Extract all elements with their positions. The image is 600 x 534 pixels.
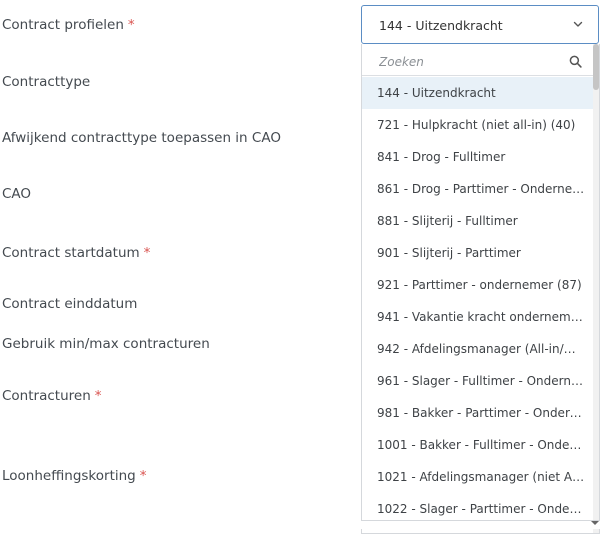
dropdown-option[interactable]: 1021 - Afdelingsmanager (niet All-in) — [362, 461, 593, 493]
required-marker: * — [139, 468, 147, 484]
selected-value: 144 - Uitzendkracht — [379, 18, 503, 33]
dropdown-scrollbar[interactable] — [593, 44, 599, 533]
dropdown-option[interactable]: 961 - Slager - Fulltimer - Ondernemer — [362, 365, 593, 397]
search-input[interactable] — [377, 50, 561, 74]
dropdown-option[interactable]: 901 - Slijterij - Parttimer — [362, 237, 593, 269]
chevron-down-icon — [573, 21, 583, 27]
dropdown-option[interactable]: 921 - Parttimer - ondernemer (87) — [362, 269, 593, 301]
scroll-down-arrow-icon[interactable] — [590, 518, 600, 528]
label-contract-profielen: Contract profielen * — [2, 17, 135, 33]
search-icon[interactable] — [569, 55, 582, 68]
dropdown-option[interactable]: 942 - Afdelingsmanager (All-in/weliswaar… — [362, 333, 593, 365]
label-afwijkend-contracttype: Afwijkend contracttype toepassen in CAO — [2, 130, 281, 146]
dropdown-options: 144 - Uitzendkracht 721 - Hulpkracht (ni… — [362, 77, 593, 525]
dropdown-option[interactable]: 881 - Slijterij - Fulltimer — [362, 205, 593, 237]
dropdown-option[interactable]: 721 - Hulpkracht (niet all-in) (40) — [362, 109, 593, 141]
scrollbar-thumb[interactable] — [593, 44, 599, 90]
label-contracturen: Contracturen * — [2, 388, 102, 404]
dropdown-option[interactable]: 941 - Vakantie kracht ondernemer (87) — [362, 301, 593, 333]
label-loonheffingskorting: Loonheffingskorting * — [2, 468, 147, 484]
label-contract-startdatum: Contract startdatum * — [2, 245, 151, 261]
dropdown-option[interactable]: 861 - Drog - Parttimer - Ondernemer (87) — [362, 173, 593, 205]
required-marker: * — [94, 388, 102, 404]
label-contracttype: Contracttype — [2, 74, 91, 90]
required-marker: * — [143, 245, 151, 261]
dropdown-search — [362, 46, 593, 76]
dropdown-panel[interactable]: 144 - Uitzendkracht 721 - Hulpkracht (ni… — [361, 44, 600, 534]
label-gebruik-min-max: Gebruik min/max contracturen — [2, 336, 210, 352]
dropdown-option[interactable]: 841 - Drog - Fulltimer — [362, 141, 593, 173]
dropdown-option[interactable]: 1001 - Bakker - Fulltimer - Ondernemer — [362, 429, 593, 461]
contract-profielen-select[interactable]: 144 - Uitzendkracht — [361, 5, 599, 44]
label-contract-einddatum: Contract einddatum — [2, 296, 138, 312]
dropdown-option[interactable]: 144 - Uitzendkracht — [362, 77, 593, 109]
dropdown-option[interactable]: 981 - Bakker - Parttimer - Ondernemer — [362, 397, 593, 429]
required-marker: * — [127, 17, 135, 33]
label-cao: CAO — [2, 186, 32, 202]
